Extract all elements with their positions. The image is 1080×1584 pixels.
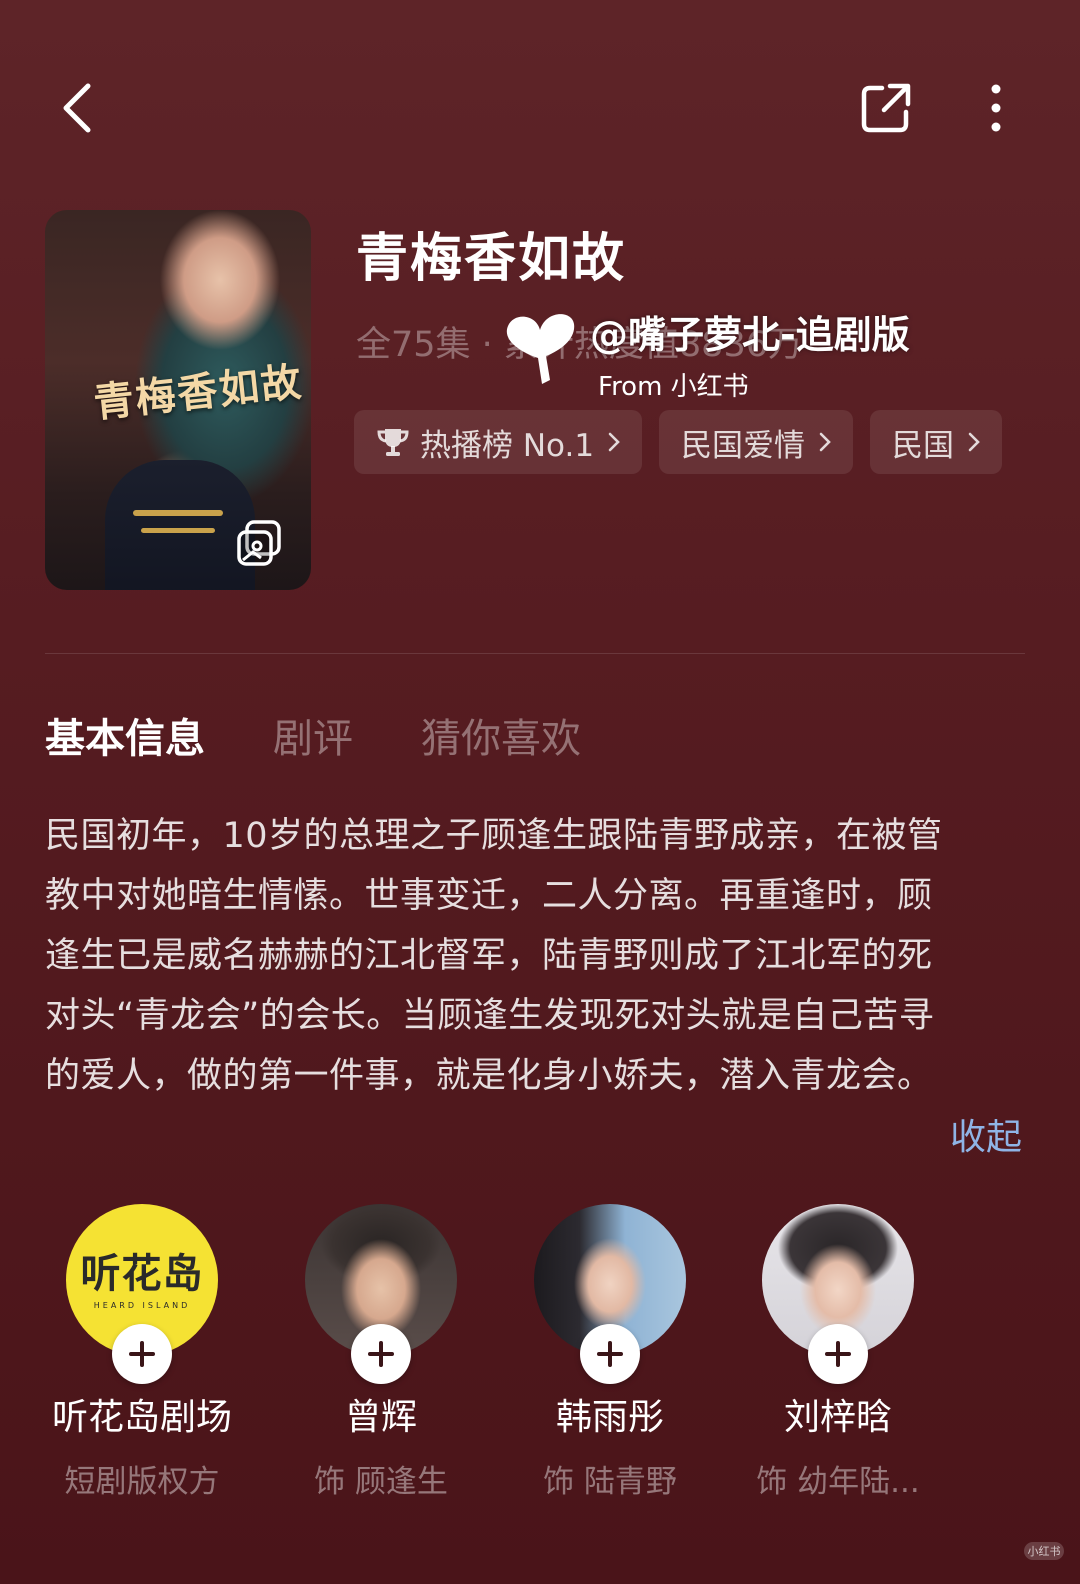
follow-button[interactable]	[351, 1324, 411, 1384]
poster-title-text: 青梅香如故	[91, 358, 306, 427]
chevron-right-icon	[968, 432, 980, 452]
top-bar	[0, 60, 1080, 150]
back-button[interactable]	[38, 68, 118, 148]
cast-item[interactable]: 曾辉 饰 顾逢生	[281, 1204, 481, 1501]
cast-name: 曾辉	[344, 1397, 417, 1438]
tag-label: 民国爱情	[681, 427, 806, 464]
tab-bar: 基本信息 剧评 猜你喜欢	[45, 706, 581, 764]
cast-role: 短剧版权方	[64, 1464, 220, 1500]
plus-icon	[368, 1341, 394, 1367]
share-icon	[861, 83, 911, 133]
drama-title: 青梅香如故	[356, 229, 627, 289]
tag-era[interactable]: 民国	[870, 410, 1003, 474]
tag-row: 热播榜 No.1 民国爱情 民国	[354, 410, 1003, 474]
cast-item[interactable]: 刘梓晗 饰 幼年陆...	[738, 1204, 938, 1501]
follow-button[interactable]	[112, 1324, 172, 1384]
poster-image[interactable]: 青梅香如故	[45, 210, 311, 590]
watermark-handle: @嘴子萝北-追剧版	[590, 313, 910, 357]
tab-basic-info[interactable]: 基本信息	[45, 706, 205, 764]
cast-role: 饰 陆青野	[543, 1464, 677, 1500]
chevron-right-icon	[608, 432, 620, 452]
tab-recommendations[interactable]: 猜你喜欢	[421, 706, 581, 764]
cast-name: 韩雨彤	[555, 1397, 664, 1438]
poster-figure	[105, 460, 255, 590]
avatar[interactable]	[762, 1204, 914, 1384]
plus-icon	[825, 1341, 851, 1367]
plus-icon	[129, 1341, 155, 1367]
synopsis-line: 的爱人，做的第一件事，就是化身小娇夫，潜入青龙会。	[45, 1056, 933, 1096]
cast-list: 听花岛 HEARD ISLAND 听花岛剧场 短剧版权方 曾辉 饰 顾逢生 韩雨…	[0, 1204, 1080, 1524]
corner-watermark: 小红书	[1024, 1542, 1064, 1560]
synopsis-text: 民国初年，10岁的总理之子顾逢生跟陆青野成亲，在被管 教中对她暗生情愫。世事变迁…	[45, 806, 1035, 1106]
poster-decoration	[141, 528, 215, 533]
synopsis-line: 教中对她暗生情愫。世事变迁，二人分离。再重逢时，顾	[45, 876, 933, 916]
gallery-icon[interactable]	[235, 518, 285, 568]
more-vertical-icon	[991, 84, 1001, 132]
tag-hot-rank[interactable]: 热播榜 No.1	[354, 410, 643, 474]
follow-button[interactable]	[580, 1324, 640, 1384]
more-options-button[interactable]	[956, 68, 1036, 148]
trophy-icon	[376, 426, 410, 458]
avatar[interactable]: 听花岛 HEARD ISLAND	[66, 1204, 218, 1384]
tab-reviews[interactable]: 剧评	[273, 706, 353, 764]
share-button[interactable]	[846, 68, 926, 148]
tag-label: 热播榜 No.1	[420, 427, 595, 464]
section-divider	[45, 653, 1025, 654]
cast-role: 饰 顾逢生	[314, 1464, 448, 1500]
cast-item[interactable]: 听花岛 HEARD ISLAND 听花岛剧场 短剧版权方	[42, 1204, 242, 1501]
tag-label: 民国	[892, 427, 955, 464]
cast-name: 刘梓晗	[783, 1397, 892, 1438]
studio-logo-text: 听花岛	[80, 1250, 204, 1297]
synopsis-line: 对头“青龙会”的会长。当顾逢生发现死对头就是自己苦寻	[45, 996, 935, 1036]
poster-decoration	[133, 510, 223, 516]
synopsis-line: 逢生已是威名赫赫的江北督军，陆青野则成了江北军的死	[45, 936, 933, 976]
cast-name: 听花岛剧场	[51, 1397, 232, 1438]
watermark-source: From 小红书	[598, 372, 749, 402]
avatar[interactable]	[305, 1204, 457, 1384]
heart-icon	[506, 314, 575, 384]
synopsis-line: 民国初年，10岁的总理之子顾逢生跟陆青野成亲，在被管	[45, 816, 943, 856]
chevron-left-icon	[63, 83, 91, 133]
tag-genre-romance[interactable]: 民国爱情	[659, 410, 854, 474]
cast-role: 饰 幼年陆...	[756, 1464, 920, 1500]
follow-button[interactable]	[808, 1324, 868, 1384]
plus-icon	[597, 1341, 623, 1367]
studio-logo-subtext: HEARD ISLAND	[93, 1300, 191, 1310]
chevron-right-icon	[819, 432, 831, 452]
collapse-button[interactable]: 收起	[950, 1108, 1022, 1160]
cast-item[interactable]: 韩雨彤 饰 陆青野	[510, 1204, 710, 1501]
avatar[interactable]	[534, 1204, 686, 1384]
